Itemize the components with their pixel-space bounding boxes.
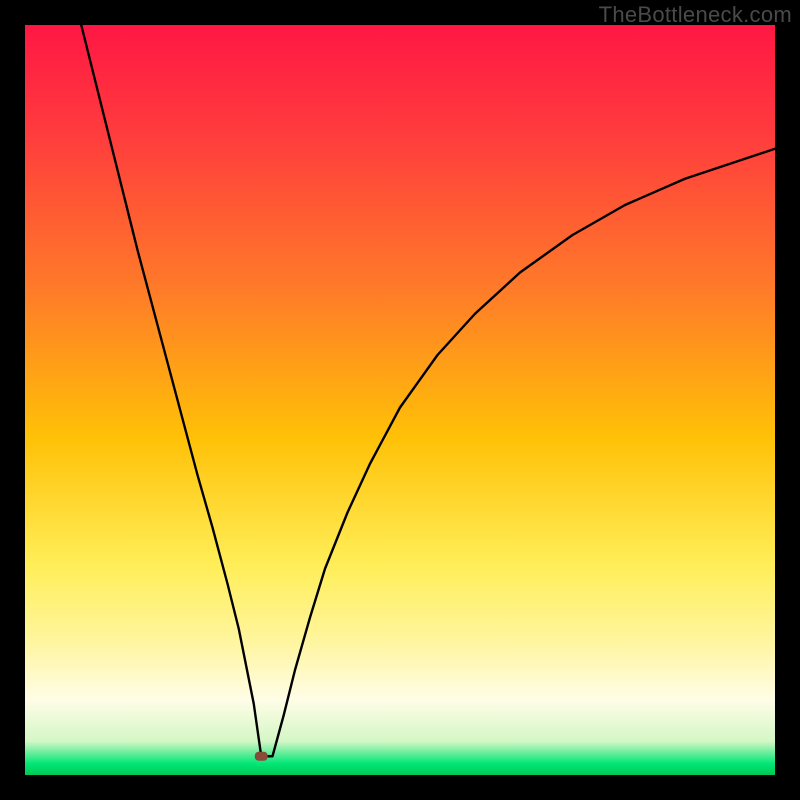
chart-stage: TheBottleneck.com (0, 0, 800, 800)
chart-svg (25, 25, 775, 775)
marker-dot (255, 752, 268, 761)
gradient-background (25, 25, 775, 775)
plot-area (25, 25, 775, 775)
